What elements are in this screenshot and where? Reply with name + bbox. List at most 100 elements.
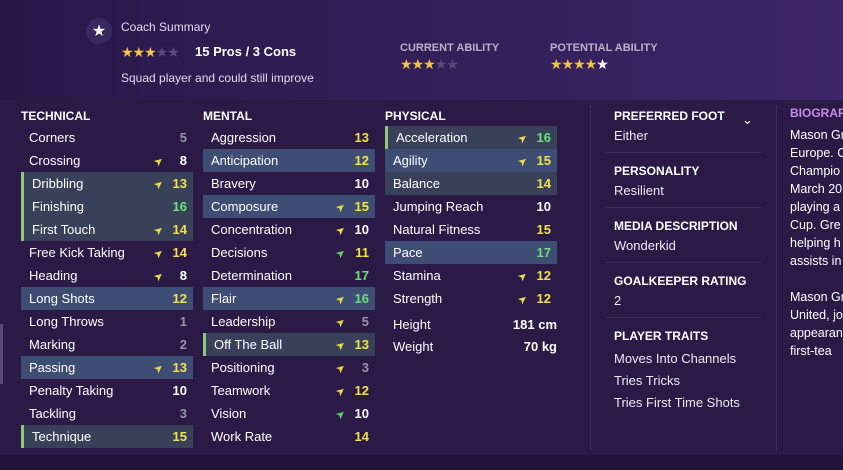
preferred-foot-label: PREFERRED FOOT: [614, 109, 725, 123]
attribute-name: Long Throws: [29, 314, 104, 329]
progress-arrow-icon: ➤: [515, 131, 531, 147]
attribute-name: Free Kick Taking: [29, 245, 125, 260]
attribute-row[interactable]: Bravery 10: [203, 172, 375, 195]
biography-line[interactable]: Cup. Gre: [790, 216, 843, 234]
attribute-row[interactable]: Jumping Reach 10: [385, 195, 557, 218]
attribute-row[interactable]: Balance 14: [385, 172, 557, 195]
attribute-value: 13: [354, 337, 369, 352]
attribute-row[interactable]: Anticipation 12: [203, 149, 375, 172]
attribute-name: Work Rate: [211, 429, 273, 444]
attribute-row[interactable]: Agility ➤ 15: [385, 149, 557, 172]
chevron-down-icon[interactable]: ⌄: [742, 112, 753, 128]
biography-line[interactable]: helping h: [790, 234, 843, 252]
attribute-name: Vision: [211, 406, 247, 421]
attribute-row[interactable]: Technique 15: [21, 425, 193, 448]
attribute-row[interactable]: First Touch ➤ 14: [21, 218, 193, 241]
attribute-row[interactable]: Dribbling ➤ 13: [21, 172, 193, 195]
info-divider: [606, 207, 761, 208]
goalkeeper-rating-label: GOALKEEPER RATING: [614, 274, 747, 288]
attribute-row[interactable]: Aggression 13: [203, 126, 375, 149]
attribute-row[interactable]: Work Rate 14: [203, 425, 375, 448]
media-description-label: MEDIA DESCRIPTION: [614, 219, 738, 233]
attribute-value: 13: [172, 360, 187, 375]
attribute-row[interactable]: Concentration ➤ 10: [203, 218, 375, 241]
progress-arrow-icon: ➤: [333, 200, 349, 216]
attribute-name: Concentration: [211, 222, 292, 237]
attribute-row[interactable]: Positioning ➤ 3: [203, 356, 375, 379]
attribute-row[interactable]: Long Throws 1: [21, 310, 193, 333]
scroll-indicator[interactable]: [0, 324, 3, 384]
attribute-name: Acceleration: [396, 130, 468, 145]
footer-strip: [0, 455, 843, 470]
attribute-row[interactable]: Teamwork ➤ 12: [203, 379, 375, 402]
biography-line[interactable]: first-tea: [790, 342, 843, 360]
attribute-row[interactable]: Determination 17: [203, 264, 375, 287]
biography-line[interactable]: Europe. C: [790, 144, 843, 162]
biography-header: BIOGRAP: [790, 106, 843, 120]
attribute-row[interactable]: Decisions ➤ 11: [203, 241, 375, 264]
attribute-row[interactable]: Stamina ➤ 12: [385, 264, 557, 287]
attribute-row[interactable]: Crossing ➤ 8: [21, 149, 193, 172]
height-row: Height 181 cm: [393, 317, 557, 332]
physical-attributes: Acceleration ➤ 16 Agility ➤ 15 Balance 14 Jumpin…: [385, 126, 557, 310]
biography-line[interactable]: March 20: [790, 180, 843, 198]
attribute-row[interactable]: Marking 2: [21, 333, 193, 356]
attribute-row[interactable]: Leadership ➤ 5: [203, 310, 375, 333]
attribute-row[interactable]: Off The Ball ➤ 13: [203, 333, 375, 356]
attribute-row[interactable]: Corners 5: [21, 126, 193, 149]
attribute-name: Determination: [211, 268, 292, 283]
attribute-value: 14: [172, 222, 187, 237]
attribute-row[interactable]: Penalty Taking 10: [21, 379, 193, 402]
attribute-value: 2: [179, 337, 187, 352]
attribute-row[interactable]: Tackling 3: [21, 402, 193, 425]
attribute-name: Dribbling: [32, 176, 84, 191]
star-badge-icon: ★: [86, 18, 112, 44]
attribute-row[interactable]: Passing ➤ 13: [21, 356, 193, 379]
attribute-row[interactable]: Free Kick Taking ➤ 14: [21, 241, 193, 264]
attribute-name: Pace: [393, 245, 423, 260]
potential-ability-stars[interactable]: ★★★★★: [550, 56, 609, 73]
player-trait[interactable]: Moves Into Channels: [614, 351, 736, 366]
biography-line[interactable]: playing a: [790, 198, 843, 216]
attribute-value: 10: [354, 176, 369, 191]
attribute-row[interactable]: Composure ➤ 15: [203, 195, 375, 218]
attribute-row[interactable]: Strength ➤ 12: [385, 287, 557, 310]
progress-arrow-icon: ➤: [333, 223, 349, 239]
biography-line[interactable]: assists in: [790, 252, 843, 270]
progress-arrow-icon: ➤: [333, 384, 349, 400]
attribute-value: 11: [355, 245, 369, 260]
player-trait[interactable]: Tries First Time Shots: [614, 395, 740, 410]
current-ability-stars[interactable]: ★★★★★: [400, 56, 459, 73]
attribute-name: Flair: [211, 291, 237, 306]
attribute-value: 16: [172, 199, 187, 214]
attribute-row[interactable]: Natural Fitness 15: [385, 218, 557, 241]
attribute-name: Passing: [29, 360, 76, 375]
progress-arrow-icon: ➤: [333, 315, 349, 331]
biography-line[interactable]: Mason Gr: [790, 288, 843, 306]
mental-attributes: Aggression 13 Anticipation 12 Bravery 10 Compo…: [203, 126, 375, 448]
attribute-name: Bravery: [211, 176, 256, 191]
attribute-value: 8: [179, 153, 187, 168]
player-trait[interactable]: Tries Tricks: [614, 373, 680, 388]
attribute-row[interactable]: Finishing 16: [21, 195, 193, 218]
attribute-row[interactable]: Heading ➤ 8: [21, 264, 193, 287]
info-divider: [606, 317, 761, 318]
height-value: 181 cm: [512, 317, 557, 332]
info-divider: [606, 262, 761, 263]
attribute-value: 16: [354, 291, 369, 306]
attribute-name: Decisions: [211, 245, 268, 260]
attribute-row[interactable]: Flair ➤ 16: [203, 287, 375, 310]
attribute-value: 12: [536, 268, 551, 283]
attribute-row[interactable]: Pace 17: [385, 241, 557, 264]
attribute-value: 10: [354, 406, 369, 421]
biography-line[interactable]: appearan: [790, 324, 843, 342]
biography-line[interactable]: United, jo: [790, 306, 843, 324]
attribute-row[interactable]: Vision ➤ 10: [203, 402, 375, 425]
attribute-row[interactable]: Long Shots 12: [21, 287, 193, 310]
biography-line[interactable]: Mason Gr: [790, 126, 843, 144]
weight-label: Weight: [393, 339, 434, 354]
attribute-name: Aggression: [211, 130, 277, 145]
coach-rating-stars: ★★★★★: [121, 44, 180, 60]
attribute-row[interactable]: Acceleration ➤ 16: [385, 126, 557, 149]
biography-line[interactable]: Champio: [790, 162, 843, 180]
